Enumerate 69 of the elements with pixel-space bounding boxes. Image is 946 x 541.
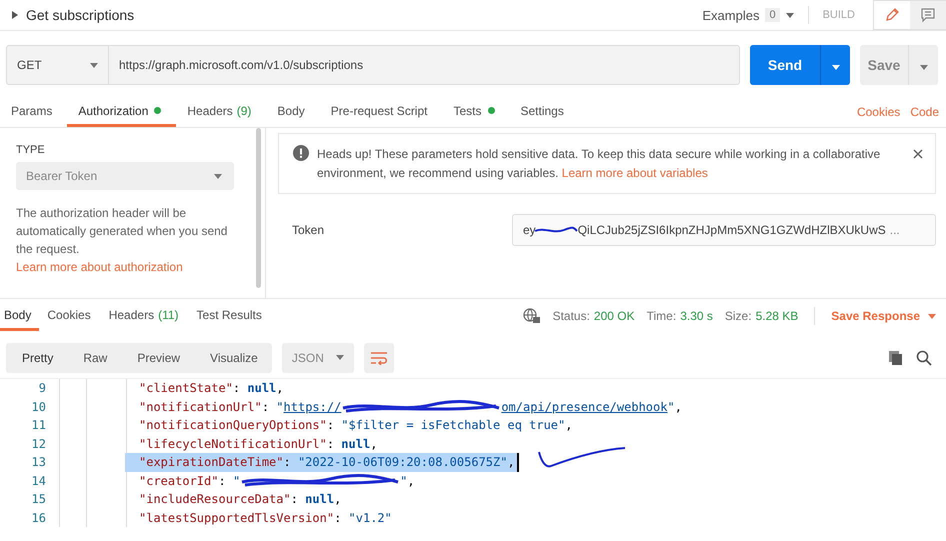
request-tab[interactable]: Authorization <box>67 97 176 127</box>
line-number: 16 <box>30 510 46 525</box>
code-line: "includeResourceData": null, <box>138 491 342 508</box>
stat-value: 5.28 KB <box>756 309 798 323</box>
stat-label: Status: <box>552 309 590 323</box>
code-line: "latestSupportedTlsVersion": "v1.2" <box>138 510 393 527</box>
close-icon[interactable] <box>913 149 923 159</box>
token-label: Token <box>291 223 324 237</box>
notice-text: Heads up! These parameters hold sensitive data. To keep this data secure while working in a collaborative environment, we recommend using variables. Learn more about variables <box>317 146 882 182</box>
wrap-lines-icon <box>370 350 388 364</box>
code-line: "creatorId": " ", <box>138 472 416 490</box>
response-tab[interactable]: Headers (11) <box>100 301 189 331</box>
request-tab[interactable]: Body <box>266 97 320 127</box>
code-line: "lifecycleNotificationUrl": null, <box>138 436 378 453</box>
request-title: Get subscriptions <box>26 7 134 23</box>
code-line: "notificationQueryOptions": "$filter = isFetchable eq true", <box>138 417 574 434</box>
line-number: 15 <box>30 492 46 506</box>
scrollbar[interactable] <box>256 128 261 288</box>
caret-icon <box>928 314 936 318</box>
response-tab[interactable]: Body <box>0 301 40 331</box>
line-number: 10 <box>30 400 46 414</box>
stat-value: 3.30 s <box>680 309 713 323</box>
examples-label[interactable]: Examples <box>702 8 760 22</box>
type-label: TYPE <box>16 144 46 156</box>
response-tab[interactable]: Test Results <box>188 301 272 331</box>
caret-icon[interactable] <box>12 11 18 19</box>
request-tab[interactable]: Params <box>0 97 68 127</box>
wrap-button[interactable] <box>364 342 394 372</box>
stat-label: Size: <box>724 309 752 323</box>
comments-button[interactable] <box>910 1 946 29</box>
search-icon[interactable] <box>916 350 932 366</box>
scribble-drawing <box>534 225 578 235</box>
caret-icon <box>920 64 928 70</box>
examples-count: 0 <box>765 8 780 22</box>
line-number: 13 <box>30 455 46 470</box>
code-line: "notificationUrl": "https:// om/api/presence/webhook", <box>138 398 683 416</box>
response-tab[interactable]: Cookies <box>39 301 101 331</box>
caret-icon[interactable] <box>786 12 794 18</box>
view-mode-tab[interactable]: Preview <box>121 342 194 372</box>
auth-description: The authorization header will be automatically generated when you send the request. Learn more about authorization <box>16 205 228 276</box>
stat-value: 200 OK <box>594 309 635 323</box>
view-mode-tab[interactable]: Raw <box>67 342 122 372</box>
view-mode-tab[interactable]: Visualize <box>194 342 272 372</box>
line-number: 9 <box>38 381 46 396</box>
caret-icon <box>832 64 840 70</box>
caret-icon <box>90 62 98 68</box>
url-field[interactable]: GET https://graph.microsoft.com/v1.0/subscriptions <box>6 45 740 85</box>
line-number: 12 <box>30 436 46 451</box>
request-tab[interactable]: Headers (9) <box>176 97 266 127</box>
send-button[interactable]: Send <box>750 45 820 85</box>
token-field[interactable]: ey QiLCJub25jZSI6IkpnZHJpMm5XNG1GZWdHZlBXUkUwS ... <box>512 214 936 246</box>
globe-lock-icon[interactable] <box>522 308 541 324</box>
code-line: "clientState": null, <box>138 380 285 398</box>
comment-icon <box>920 7 936 23</box>
request-tab[interactable]: Settings <box>510 97 579 127</box>
view-mode-tab[interactable]: Pretty <box>6 342 68 372</box>
request-tab[interactable]: Tests <box>442 97 510 127</box>
pencil-icon <box>884 7 900 23</box>
request-tab[interactable]: Pre-request Script <box>320 97 442 127</box>
caret-icon <box>214 174 222 178</box>
send-options-button[interactable] <box>820 45 850 85</box>
method-dropdown[interactable]: GET <box>7 46 109 84</box>
line-number: 11 <box>30 418 46 432</box>
line-number: 14 <box>30 474 46 488</box>
copy-icon[interactable] <box>888 350 904 366</box>
stat-label: Time: <box>646 309 676 323</box>
alert-icon <box>293 145 309 161</box>
url-text: https://graph.microsoft.com/v1.0/subscriptions <box>118 57 364 74</box>
caret-icon <box>336 355 344 360</box>
